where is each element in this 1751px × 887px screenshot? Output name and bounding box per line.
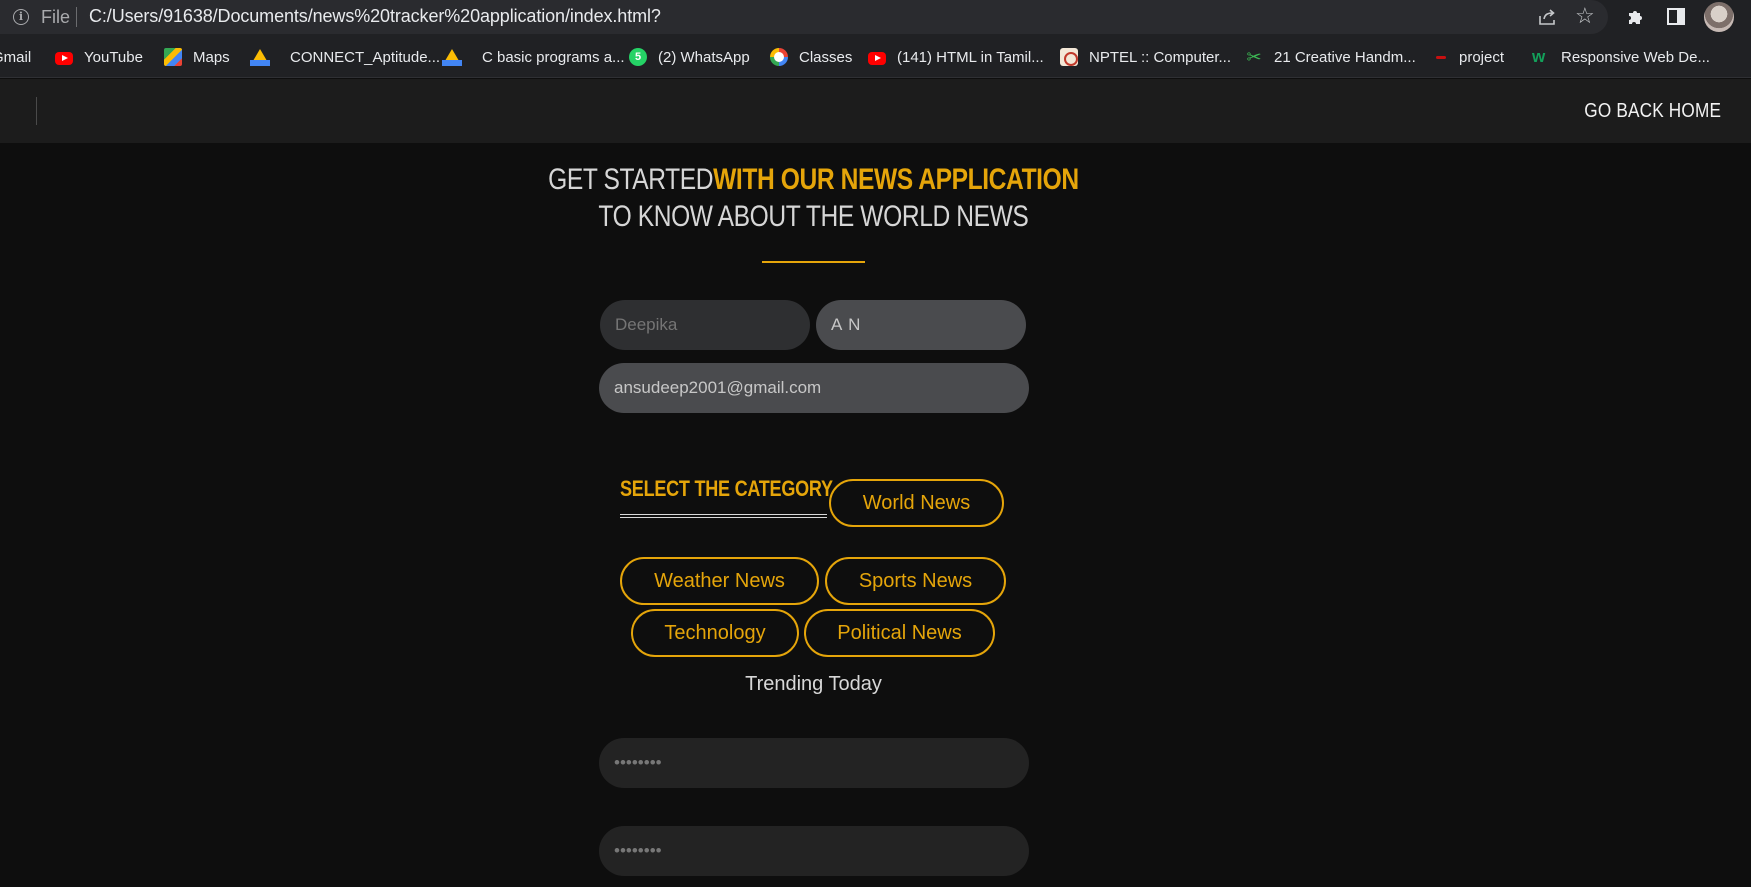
- maps-icon: [164, 48, 182, 66]
- bookmark-label: Responsive Web De...: [1561, 48, 1710, 66]
- bookmark-label: (141) HTML in Tamil...: [897, 48, 1044, 66]
- select-category-title: SELECT THE CATEGORY: [620, 476, 833, 501]
- category-title-underline: [620, 514, 827, 518]
- bookmarks-bar: Gmail YouTube Maps CONNECT_Aptitude... C…: [0, 36, 1751, 78]
- hero-subheading: TO KNOW ABOUT THE WORLD NEWS: [598, 200, 1029, 233]
- google-drive-icon: [250, 48, 270, 66]
- bookmark-label: Classes: [799, 48, 853, 66]
- google-drive-icon: [442, 48, 462, 66]
- bookmark-label: 21 Creative Handm...: [1274, 48, 1416, 66]
- nav-divider: [36, 97, 37, 125]
- hero-heading-light: GET STARTED: [548, 163, 714, 196]
- category-political-news-button[interactable]: Political News: [804, 609, 995, 657]
- bookmark-project[interactable]: project: [1434, 46, 1504, 68]
- bookmark-nptel[interactable]: NPTEL :: Computer...: [1060, 46, 1231, 68]
- bookmark-star-icon[interactable]: ☆: [1575, 5, 1595, 27]
- nptel-icon: [1060, 48, 1078, 66]
- profile-avatar[interactable]: [1704, 2, 1734, 32]
- bookmark-youtube[interactable]: YouTube: [55, 46, 143, 68]
- hero-heading: GET STARTEDWITH OUR NEWS APPLICATION: [146, 163, 1480, 197]
- omnibox[interactable]: i File C:/Users/91638/Documents/news%20t…: [0, 0, 1608, 34]
- first-name-input[interactable]: [600, 300, 810, 350]
- bookmark-label: CONNECT_Aptitude...: [290, 48, 441, 66]
- bookmark-label: YouTube: [84, 48, 143, 66]
- bookmark-label: Maps: [193, 48, 230, 66]
- url-text[interactable]: C:/Users/91638/Documents/news%20tracker%…: [89, 6, 661, 27]
- omnibox-divider: [76, 7, 77, 27]
- bookmark-label: project: [1459, 48, 1505, 66]
- extensions-puzzle-icon[interactable]: [1626, 7, 1646, 27]
- youtube-icon: [55, 51, 73, 65]
- category-technology-button[interactable]: Technology: [631, 609, 799, 657]
- bookmark-creative-handmade[interactable]: ✂ 21 Creative Handm...: [1245, 46, 1416, 68]
- side-panel-icon[interactable]: [1667, 8, 1685, 25]
- bookmark-whatsapp[interactable]: 5 (2) WhatsApp: [629, 46, 750, 68]
- youtube-icon: [868, 51, 886, 65]
- bookmark-maps[interactable]: Maps: [164, 46, 230, 68]
- site-nav: GO BACK HOME: [0, 79, 1751, 143]
- bookmark-label: NPTEL :: Computer...: [1089, 48, 1231, 66]
- hero-heading-accent: WITH OUR NEWS APPLICATION: [713, 163, 1079, 196]
- bookmark-label: C basic programs a...: [482, 48, 625, 66]
- bookmark-label: (2) WhatsApp: [658, 48, 750, 66]
- scissors-icon: ✂: [1246, 47, 1262, 67]
- file-label: File: [41, 7, 71, 27]
- trending-today-label: Trending Today: [745, 673, 882, 695]
- bookmark-responsive-web[interactable]: w Responsive Web De...: [1532, 46, 1710, 68]
- category-weather-news-button[interactable]: Weather News: [620, 557, 819, 605]
- bookmark-connect-aptitude[interactable]: CONNECT_Aptitude...: [250, 46, 440, 68]
- google-icon: [770, 48, 788, 66]
- bookmark-gmail[interactable]: Gmail: [0, 46, 31, 68]
- info-icon[interactable]: i: [13, 9, 29, 25]
- confirm-password-input[interactable]: [599, 826, 1029, 876]
- bookmark-c-basic-programs[interactable]: C basic programs a...: [442, 46, 625, 68]
- w3schools-icon: w: [1532, 47, 1546, 66]
- share-icon[interactable]: [1537, 7, 1557, 27]
- bookmark-html-in-tamil[interactable]: (141) HTML in Tamil...: [868, 46, 1044, 68]
- category-sports-news-button[interactable]: Sports News: [825, 557, 1006, 605]
- email-input[interactable]: [599, 363, 1029, 413]
- bookmark-label: Gmail: [0, 48, 32, 66]
- category-world-news-button[interactable]: World News: [829, 479, 1004, 527]
- password-input[interactable]: [599, 738, 1029, 788]
- project-icon: [1434, 48, 1448, 66]
- browser-address-bar: i File C:/Users/91638/Documents/news%20t…: [0, 0, 1751, 36]
- heading-underline: [762, 261, 865, 263]
- bookmark-classes[interactable]: Classes: [770, 46, 852, 68]
- whatsapp-icon: 5: [629, 48, 647, 66]
- go-back-home-link[interactable]: GO BACK HOME: [1584, 100, 1721, 123]
- last-name-input[interactable]: [816, 300, 1026, 350]
